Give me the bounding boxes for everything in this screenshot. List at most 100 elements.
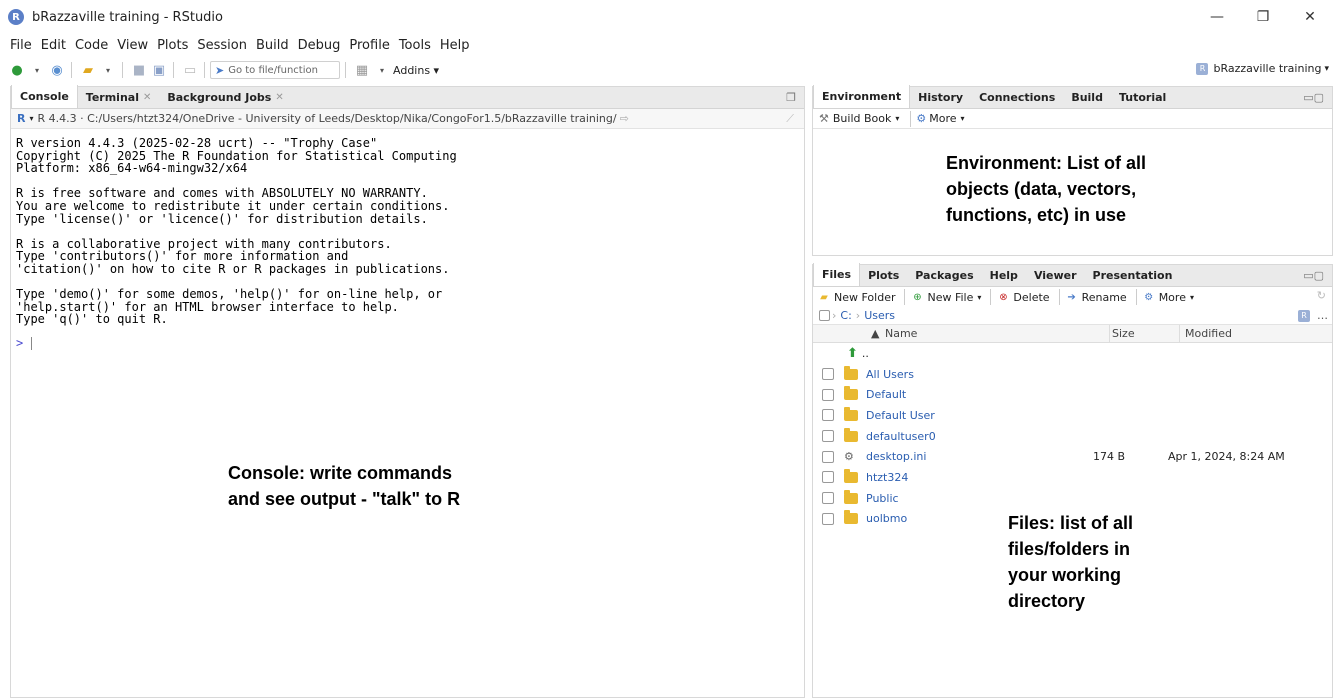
column-name[interactable]: Name <box>885 327 917 340</box>
menu-profile[interactable]: Profile <box>349 38 389 53</box>
tab-background-jobs[interactable]: Background Jobs ✕ <box>159 86 291 108</box>
menu-plots[interactable]: Plots <box>157 38 188 53</box>
build-book-button[interactable]: Build Book <box>833 112 892 125</box>
goto-file-input[interactable]: ➤ Go to file/function <box>210 61 340 79</box>
file-name[interactable]: desktop.ini <box>866 450 926 463</box>
minimize-button[interactable]: — <box>1194 0 1240 34</box>
menu-code[interactable]: Code <box>75 38 108 53</box>
goto-dir-icon[interactable]: ⇨ <box>620 112 629 125</box>
chevron-down-icon[interactable]: ▾ <box>895 114 899 123</box>
menu-view[interactable]: View <box>117 38 148 53</box>
project-menu[interactable]: R bRazzaville training ▾ <box>1196 62 1329 75</box>
file-name[interactable]: Public <box>866 492 899 505</box>
rename-button[interactable]: ➔ Rename <box>1065 290 1126 304</box>
chevron-down-icon[interactable]: ▾ <box>961 114 965 123</box>
minimize-maximize-pane-icon[interactable]: ▭▢ <box>1303 91 1324 104</box>
row-checkbox[interactable] <box>822 450 834 463</box>
project-icon[interactable]: R <box>1298 309 1310 322</box>
file-name[interactable]: htzt324 <box>866 471 908 484</box>
tab-plots[interactable]: Plots <box>860 264 907 286</box>
file-row[interactable]: htzt324 <box>813 467 1332 488</box>
goto-file-placeholder: Go to file/function <box>228 64 318 76</box>
open-file-icon[interactable]: ▰ <box>79 61 97 79</box>
files-more-button[interactable]: ⚙ More ▾ <box>1142 290 1194 304</box>
file-row[interactable]: All Users <box>813 364 1332 385</box>
row-checkbox[interactable] <box>822 492 834 505</box>
tab-presentation[interactable]: Presentation <box>1085 264 1181 286</box>
clear-console-icon[interactable]: ⟋ <box>786 112 794 126</box>
toolbar-divider <box>1058 289 1060 305</box>
row-checkbox[interactable] <box>822 409 834 422</box>
tab-label: Console <box>20 90 69 103</box>
file-name[interactable]: defaultuser0 <box>866 430 936 443</box>
chevron-down-icon[interactable]: ▾ <box>29 114 33 123</box>
row-checkbox[interactable] <box>822 388 834 401</box>
file-row[interactable]: Public <box>813 488 1332 509</box>
tab-console[interactable]: Console <box>11 85 78 108</box>
select-all-checkbox[interactable] <box>819 310 830 321</box>
file-row[interactable]: defaultuser0 <box>813 426 1332 447</box>
tab-packages[interactable]: Packages <box>907 264 981 286</box>
menu-session[interactable]: Session <box>197 38 247 53</box>
parent-directory-row[interactable]: ⬆ .. <box>813 343 1332 364</box>
breadcrumb-drive[interactable]: C: <box>840 309 851 322</box>
tab-history[interactable]: History <box>910 86 971 108</box>
tab-environment[interactable]: Environment <box>813 85 911 108</box>
new-project-icon[interactable]: ◉ <box>48 61 66 79</box>
addins-menu[interactable]: Addins ▾ <box>393 64 439 77</box>
column-modified[interactable]: Modified <box>1185 327 1232 340</box>
file-name[interactable]: uolbmo <box>866 512 907 525</box>
maximize-button[interactable]: ❐ <box>1240 0 1286 34</box>
row-checkbox[interactable] <box>822 471 834 484</box>
chevron-down-icon[interactable]: ▾ <box>99 61 117 79</box>
close-button[interactable]: ✕ <box>1287 0 1333 34</box>
maximize-pane-icon[interactable]: ❐ <box>786 91 796 104</box>
menu-help[interactable]: Help <box>440 38 470 53</box>
tab-tutorial[interactable]: Tutorial <box>1111 86 1174 108</box>
project-label: bRazzaville training <box>1213 62 1322 75</box>
close-tab-icon[interactable]: ✕ <box>275 92 283 103</box>
tab-help[interactable]: Help <box>982 264 1026 286</box>
tab-files[interactable]: Files <box>813 263 861 286</box>
file-name[interactable]: Default <box>866 388 906 401</box>
file-row[interactable]: Default User <box>813 405 1332 426</box>
project-icon: R <box>1196 62 1209 75</box>
file-row[interactable]: ⚙ desktop.ini 174 B Apr 1, 2024, 8:24 AM <box>813 446 1332 467</box>
toolbar-divider <box>173 62 174 78</box>
tab-connections[interactable]: Connections <box>971 86 1063 108</box>
menu-file[interactable]: File <box>10 38 32 53</box>
tab-label: Terminal <box>85 90 139 104</box>
print-icon[interactable]: ▭ <box>181 61 199 79</box>
close-tab-icon[interactable]: ✕ <box>143 92 151 103</box>
row-checkbox[interactable] <box>822 430 834 443</box>
row-checkbox[interactable] <box>822 512 834 525</box>
toolbar-divider <box>122 62 123 78</box>
chevron-down-icon[interactable]: ▾ <box>373 61 391 79</box>
save-all-icon[interactable]: ▣ <box>150 61 168 79</box>
column-size[interactable]: Size <box>1112 327 1135 340</box>
file-name[interactable]: All Users <box>866 368 914 381</box>
minimize-maximize-pane-icon[interactable]: ▭▢ <box>1303 269 1324 282</box>
delete-button[interactable]: ⊗ Delete <box>996 290 1049 304</box>
chevron-down-icon[interactable]: ▾ <box>28 61 46 79</box>
grid-layout-icon[interactable]: ▦ <box>353 61 371 79</box>
more-options-icon[interactable]: … <box>1317 309 1328 322</box>
save-icon[interactable]: ■ <box>130 61 148 79</box>
file-name[interactable]: Default User <box>866 409 935 422</box>
menu-edit[interactable]: Edit <box>41 38 66 53</box>
row-checkbox[interactable] <box>822 368 834 381</box>
tab-build[interactable]: Build <box>1063 86 1111 108</box>
console-input[interactable]: > <box>11 336 804 350</box>
env-more-button[interactable]: More <box>929 112 956 125</box>
tab-viewer[interactable]: Viewer <box>1026 264 1085 286</box>
menu-debug[interactable]: Debug <box>298 38 341 53</box>
new-folder-button[interactable]: ▰ New Folder <box>817 290 895 304</box>
breadcrumb-users[interactable]: Users <box>864 309 895 322</box>
new-file-icon[interactable]: ● <box>8 61 26 79</box>
menu-build[interactable]: Build <box>256 38 289 53</box>
new-file-button[interactable]: ⊕ New File ▾ <box>910 290 981 304</box>
tab-terminal[interactable]: Terminal ✕ <box>78 86 160 108</box>
refresh-icon[interactable]: ↻ <box>1317 289 1326 302</box>
menu-tools[interactable]: Tools <box>399 38 431 53</box>
file-row[interactable]: Default <box>813 384 1332 405</box>
